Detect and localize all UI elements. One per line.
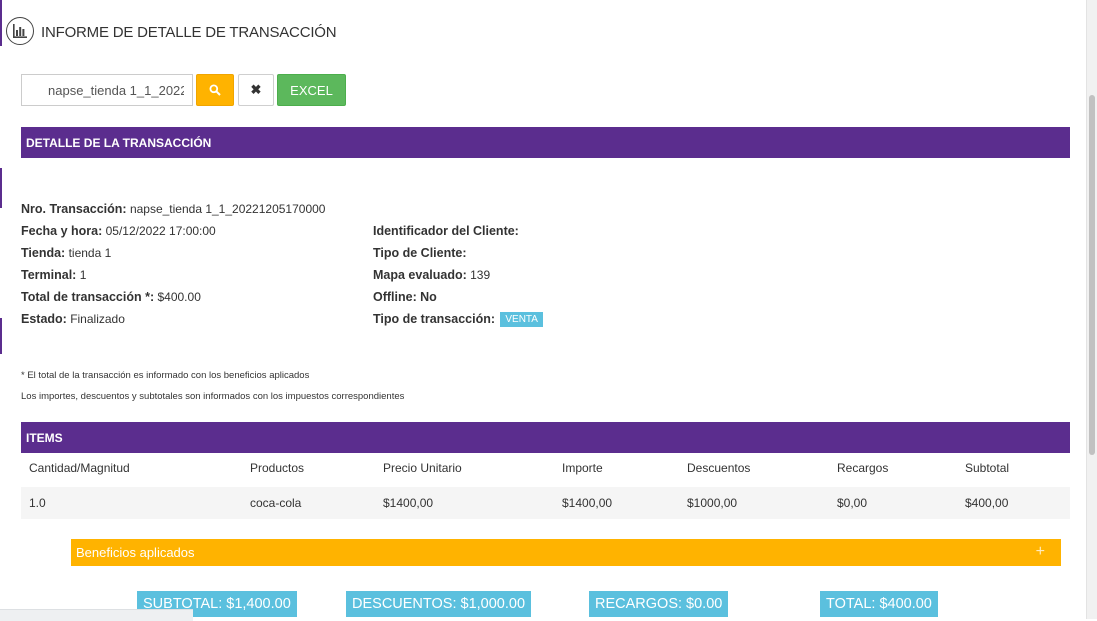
benefits-applied-panel[interactable]: Beneficios aplicados + <box>71 539 1061 566</box>
cell-product: coca-cola <box>250 496 302 510</box>
cell-amount: $1400,00 <box>562 496 613 510</box>
transaction-datetime: Fecha y hora: 05/12/2022 17:00:00 <box>21 224 216 238</box>
column-header-unit-price: Precio Unitario <box>383 461 462 475</box>
page-scrollbar[interactable] <box>1086 0 1097 619</box>
transaction-total: Total de transacción *: $400.00 <box>21 290 201 304</box>
column-header-discounts: Descuentos <box>687 461 751 475</box>
column-header-surcharges: Recargos <box>837 461 889 475</box>
column-header-amount: Importe <box>562 461 603 475</box>
bar-chart-icon <box>6 17 34 45</box>
transaction-search-input[interactable] <box>21 74 193 106</box>
cell-discount: $1000,00 <box>687 496 738 510</box>
surcharges-chip: RECARGOS: $0.00 <box>589 591 729 617</box>
column-header-quantity: Cantidad/Magnitud <box>29 461 130 475</box>
total-chip: TOTAL: $400.00 <box>820 591 938 617</box>
evaluated-map: Mapa evaluado: 139 <box>373 268 491 282</box>
cell-surcharge: $0,00 <box>837 496 868 510</box>
left-edge-mark <box>0 168 2 208</box>
close-icon: ✖ <box>250 82 262 97</box>
cell-subtotal: $400,00 <box>965 496 1009 510</box>
column-header-subtotal: Subtotal <box>965 461 1010 475</box>
items-section-header: ITEMS <box>21 422 1070 453</box>
transaction-type: Tipo de transacción: VENTA <box>373 312 543 328</box>
clear-button[interactable]: ✖ <box>238 74 274 106</box>
cell-quantity: 1.0 <box>29 496 46 510</box>
discounts-chip: DESCUENTOS: $1,000.00 <box>346 591 532 617</box>
transaction-terminal: Terminal: 1 <box>21 268 87 282</box>
search-icon <box>209 84 221 96</box>
detail-section-header: DETALLE DE LA TRANSACCIÓN <box>21 127 1070 158</box>
transaction-number: Nro. Transacción: napse_tienda 1_1_20221… <box>21 202 326 216</box>
client-type: Tipo de Cliente: <box>373 246 467 260</box>
offline-status: Offline: No <box>373 290 437 304</box>
table-row <box>21 487 1070 519</box>
benefits-title: Beneficios aplicados <box>76 545 195 560</box>
excel-export-button[interactable]: EXCEL <box>277 74 346 106</box>
total-note: * El total de la transacción es informad… <box>21 370 310 381</box>
client-identifier: Identificador del Cliente: <box>373 224 519 238</box>
tax-note: Los importes, descuentos y subtotales so… <box>21 391 405 402</box>
transaction-store: Tienda: tienda 1 <box>21 246 112 260</box>
transaction-type-badge: VENTA <box>500 312 543 328</box>
search-button[interactable] <box>196 74 234 106</box>
left-edge-mark <box>0 318 2 354</box>
scrollbar-thumb[interactable] <box>1089 95 1095 455</box>
transaction-status: Estado: Finalizado <box>21 312 125 326</box>
cell-unit-price: $1400,00 <box>383 496 434 510</box>
left-edge-mark <box>0 0 2 46</box>
page-title: INFORME DE DETALLE DE TRANSACCIÓN <box>41 24 337 41</box>
bottom-tooltip <box>0 609 193 621</box>
column-header-products: Productos <box>250 461 305 475</box>
expand-plus-icon[interactable]: + <box>1036 543 1045 561</box>
